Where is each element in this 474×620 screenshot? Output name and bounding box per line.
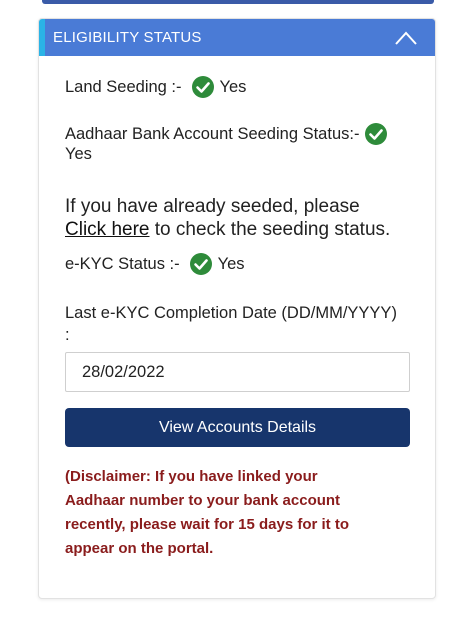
disclaimer-line2: Aadhaar number to your bank account <box>65 492 341 509</box>
completion-date-label-suffix: : <box>65 326 70 344</box>
ekyc-row: e-KYC Status :- Yes <box>65 253 245 275</box>
check-seeding-link[interactable]: Click here <box>65 219 149 240</box>
seeding-note-rest: to check the seeding status. <box>149 219 391 240</box>
check-circle-icon <box>191 76 214 98</box>
chevron-up-icon[interactable] <box>395 31 417 45</box>
eligibility-card: ELIGIBILITY STATUS Land Seeding :- Yes A… <box>38 18 436 599</box>
bank-seeding-value: Yes <box>65 145 92 163</box>
view-accounts-button[interactable]: View Accounts Details <box>65 408 410 447</box>
seeding-note-line2: Click here to check the seeding status. <box>65 218 425 241</box>
check-circle-icon <box>189 253 212 275</box>
check-circle-icon <box>365 123 388 145</box>
seeding-note: If you have already seeded, please Click… <box>65 195 425 241</box>
disclaimer-line4: appear on the portal. <box>65 540 214 557</box>
eligibility-header[interactable]: ELIGIBILITY STATUS <box>39 19 435 56</box>
bank-seeding-label: Aadhaar Bank Account Seeding Status:- <box>65 124 360 143</box>
land-seeding-row: Land Seeding :- Yes <box>65 76 246 98</box>
completion-date-field[interactable]: 28/02/2022 <box>65 352 410 392</box>
completion-date-label: Last e-KYC Completion Date (DD/MM/YYYY) <box>65 304 397 322</box>
ekyc-label: e-KYC Status :- <box>65 254 180 273</box>
top-accent-strip <box>42 0 434 4</box>
land-seeding-value: Yes <box>219 77 247 96</box>
land-seeding-label: Land Seeding :- <box>65 77 182 96</box>
seeding-note-line1: If you have already seeded, please <box>65 196 360 217</box>
disclaimer-line1: (Disclaimer: If you have linked your <box>65 468 318 485</box>
disclaimer-text: (Disclaimer: If you have linked your Aad… <box>65 465 415 561</box>
completion-date-label-block: Last e-KYC Completion Date (DD/MM/YYYY) … <box>65 302 415 346</box>
completion-date-value: 28/02/2022 <box>82 362 165 381</box>
bank-seeding-row: Aadhaar Bank Account Seeding Status:- Ye… <box>65 123 410 164</box>
disclaimer-line3: recently, please wait for 15 days for it… <box>65 516 349 533</box>
eligibility-title: ELIGIBILITY STATUS <box>53 29 202 46</box>
ekyc-value: Yes <box>217 254 245 273</box>
